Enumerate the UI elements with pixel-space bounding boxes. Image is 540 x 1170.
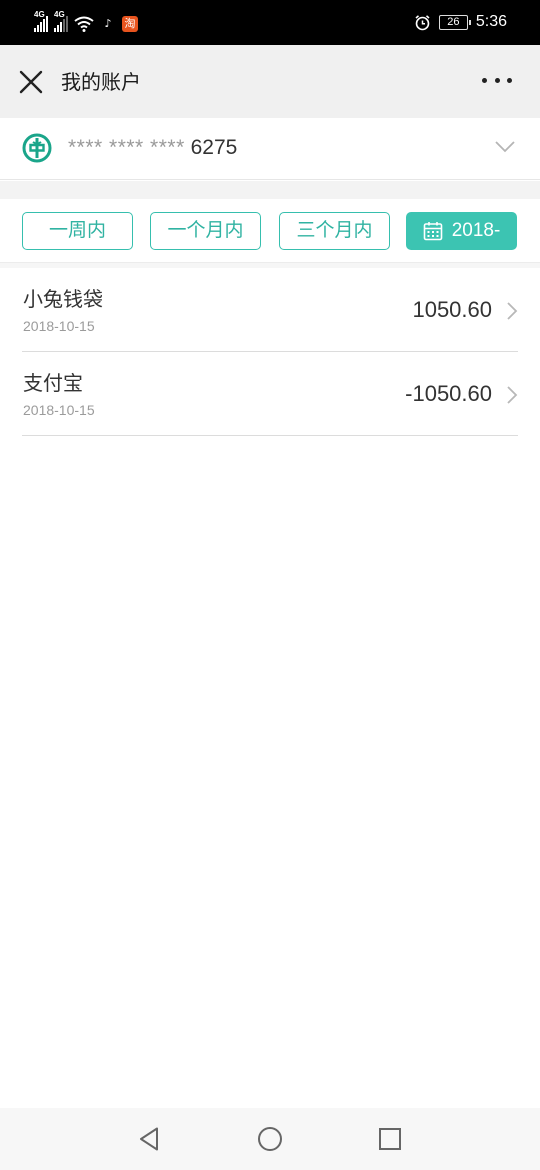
filter-one-week[interactable]: 一周内 [22,212,133,250]
transaction-amount: -1050.60 [405,381,492,406]
more-options-icon[interactable] [482,78,512,86]
recents-nav-icon[interactable] [377,1126,403,1152]
signal-icon: 4G [34,10,48,32]
alarm-icon [415,14,430,30]
account-mask: **** **** **** [68,136,185,159]
account-selector[interactable]: **** **** **** 6275 [0,118,540,180]
wifi-icon [74,16,94,32]
bank-logo-icon [22,133,52,163]
date-filter-bar: 一周内 一个月内 三个月内 2018- [0,199,540,263]
transaction-date: 2018-10-15 [23,318,95,334]
network-type-1: 4G [34,10,45,19]
tiktok-icon: ♪ [100,16,116,32]
chevron-right-icon [507,302,518,320]
account-number: **** **** **** 6275 [68,133,237,163]
transaction-row[interactable]: 小兔钱袋 2018-10-15 1050.60 [22,268,518,352]
section-divider [0,181,540,199]
transaction-date: 2018-10-15 [23,402,95,418]
status-left: 4G 4G ♪ 淘 [34,10,138,32]
battery-icon: 26 [438,14,471,30]
network-type-2: 4G [54,10,65,19]
filter-one-month[interactable]: 一个月内 [150,212,261,250]
chevron-down-icon[interactable] [494,140,516,154]
clock: 5:36 [475,13,507,30]
home-nav-icon[interactable] [257,1126,283,1152]
transaction-amount: 1050.60 [412,297,492,322]
filter-custom-date[interactable]: 2018- [406,212,517,250]
back-nav-icon[interactable] [137,1126,163,1152]
transaction-list: 小兔钱袋 2018-10-15 1050.60 支付宝 2018-10-15 -… [0,268,540,436]
status-right: 26 5:36 [414,11,507,33]
signal-icon: 4G [54,10,68,32]
calendar-icon [423,222,442,241]
title-bar: 我的账户 [0,45,540,118]
taobao-icon: 淘 [122,16,138,32]
transaction-name: 小兔钱袋 [23,287,103,311]
filter-three-months[interactable]: 三个月内 [279,212,390,250]
transaction-row[interactable]: 支付宝 2018-10-15 -1050.60 [22,352,518,436]
page-title: 我的账户 [61,70,141,94]
system-nav-bar [0,1108,540,1170]
close-icon[interactable] [18,69,44,95]
custom-date-label: 2018- [451,220,501,241]
transaction-name: 支付宝 [23,371,83,395]
account-last-digits: 6275 [190,136,238,159]
status-bar: 4G 4G ♪ 淘 26 5:36 [0,0,540,45]
chevron-right-icon [507,386,518,404]
